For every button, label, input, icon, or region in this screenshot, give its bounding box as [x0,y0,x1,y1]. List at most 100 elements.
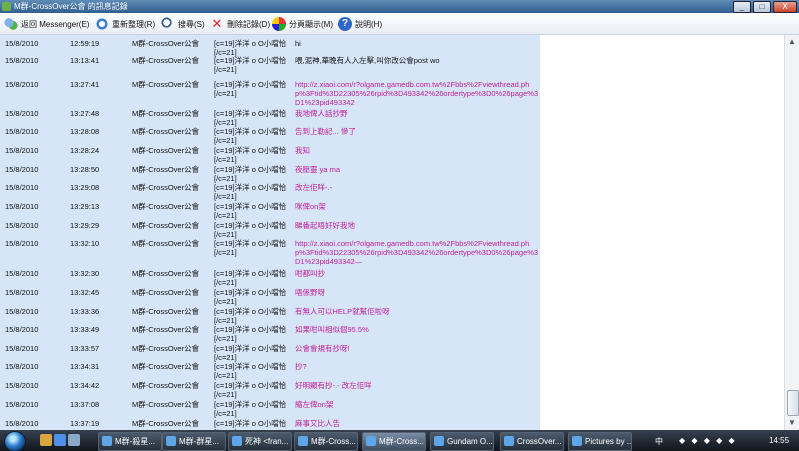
log-date: 15/8/2010 [5,146,39,155]
log-time: 13:13:41 [70,56,100,65]
log-user-name: [c=19]洋洋 o O小噹恰 [214,344,287,353]
taskbar-window-button[interactable]: M群-群星... [162,432,226,451]
taskbar-window-button[interactable]: Gundam O... [430,432,494,451]
log-date: 15/8/2010 [5,165,39,174]
search-button[interactable]: 搜尋(S) [161,17,205,31]
system-tray: 中 ◆ ◆ ◆ ◆ ◆ 14:55 [649,430,799,451]
log-sender: M群-CrossOver公會 [132,56,200,65]
log-user: [c=19]洋洋 o O小噹恰[/c=21] [214,56,294,74]
log-date: 15/8/2010 [5,221,39,230]
log-row: 15/8/2010 13:32:10 M群-CrossOver公會 [c=19]洋洋 … [0,235,540,266]
log-sender: M群-CrossOver公會 [132,344,200,353]
delete-history-button[interactable]: ✕ 刪除記錄(D) [210,17,271,31]
back-label: 返回 Messenger(E) [21,19,90,29]
taskbar-window-button[interactable]: CrossOver... [500,432,564,451]
log-row: 15/8/2010 13:37:19 M群-CrossOver公會 [c=19]洋洋 … [0,415,540,430]
log-message: 睇番起唔好好我地 [295,221,355,230]
log-date: 15/8/2010 [5,307,39,316]
log-time: 13:28:50 [70,165,100,174]
help-button[interactable]: ? 說明(H) [338,17,382,31]
refresh-button[interactable]: 重新整理(R) [95,17,155,31]
log-date: 15/8/2010 [5,288,39,297]
scroll-down-icon[interactable]: ▼ [787,418,797,428]
show-desktop-icon[interactable] [40,434,52,446]
log-user: [c=19]洋洋 o O小噹恰[/c=21] [214,239,294,257]
log-message-link[interactable]: http://z.xiaoi.com/r?olgame.gamedb.com.t… [295,239,540,266]
log-user-name: [c=19]洋洋 o O小噹恰 [214,288,287,297]
log-sender: M群-CrossOver公會 [132,183,200,192]
log-sender: M群-CrossOver公會 [132,400,200,409]
log-row: 15/8/2010 13:28:08 M群-CrossOver公會 [c=19]洋洋 … [0,123,540,145]
scroll-thumb[interactable] [787,390,799,416]
search-label: 搜尋(S) [178,19,205,29]
close-button[interactable]: X [773,1,797,13]
log-message: 唔係野呀 [295,288,325,297]
log-message: 告到上勒記... 慘了 [295,127,356,136]
taskbar-window-label: Pictures by ... [585,437,632,446]
minimize-button[interactable]: _ [733,1,751,13]
split-page-button[interactable]: 分頁顯示(M) [272,17,333,31]
log-row: 15/8/2010 13:28:50 M群-CrossOver公會 [c=19]洋洋 … [0,161,540,183]
log-time: 13:33:36 [70,307,100,316]
log-time: 13:33:57 [70,344,100,353]
log-row: 15/8/2010 13:29:29 M群-CrossOver公會 [c=19]洋洋 … [0,217,540,239]
taskbar-window-label: CrossOver... [517,437,562,446]
log-date: 15/8/2010 [5,344,39,353]
log-user-name: [c=19]洋洋 o O小噹恰 [214,56,287,65]
log-user-name: [c=19]洋洋 o O小噹恰 [214,381,287,390]
log-row: 15/8/2010 13:29:08 M群-CrossOver公會 [c=19]洋洋 … [0,179,540,201]
log-row: 15/8/2010 13:28:24 M群-CrossOver公會 [c=19]洋洋 … [0,142,540,164]
taskbar-window-button[interactable]: M群-Cross... [362,432,426,451]
title-bar: M群-CrossOver公會 的訊息記錄 _ □ X [0,0,799,13]
taskbar-window-label: M群-Cross... [311,437,356,446]
log-user-name: [c=19]洋洋 o O小噹恰 [214,419,287,428]
log-sender: M群-CrossOver公會 [132,381,200,390]
log-row: 15/8/2010 13:34:42 M群-CrossOver公會 [c=19]洋洋 … [0,377,540,399]
taskbar-window-button[interactable]: Pictures by ... [568,432,632,451]
taskbar: M群-殺星... M群-群星... 死神 <fran... M群-Cross... M群… [0,430,799,451]
window-app-icon [572,436,582,446]
log-date: 15/8/2010 [5,80,39,89]
window-title: M群-CrossOver公會 的訊息記錄 [14,2,128,11]
log-time: 13:27:48 [70,109,100,118]
log-row: 15/8/2010 13:33:49 M群-CrossOver公會 [c=19]洋洋 … [0,321,540,343]
log-user: [c=19]洋洋 o O小噹恰[/c=21] [214,419,294,430]
messenger-app-icon [2,2,11,11]
log-sender: M群-CrossOver公會 [132,239,200,248]
window-app-icon [166,436,176,446]
log-user-name: [c=19]洋洋 o O小噹恰 [214,127,287,136]
log-message-link[interactable]: http://z.xiaoi.com/r?olgame.gamedb.com.t… [295,80,540,107]
log-sender: M群-CrossOver公會 [132,80,200,89]
log-user-name: [c=19]洋洋 o O小噹恰 [214,221,287,230]
taskbar-window-button[interactable]: M群-殺星... [98,432,162,451]
log-row: 15/8/2010 13:32:30 M群-CrossOver公會 [c=19]洋洋 … [0,265,540,287]
window-app-icon [102,436,112,446]
log-time: 13:29:29 [70,221,100,230]
log-time: 13:32:45 [70,288,100,297]
log-message: 夜壓靈 ya ma [295,165,341,174]
log-message: 如果咁叫相似個95.5% [295,325,369,334]
log-message: 抄? [295,362,307,371]
back-to-messenger-button[interactable]: 返回 Messenger(E) [4,17,89,31]
log-user-name: [c=19]洋洋 o O小噹恰 [214,146,287,155]
scroll-up-icon[interactable]: ▲ [787,37,797,47]
ie-icon[interactable] [54,434,66,446]
vertical-scrollbar[interactable]: ▲ ▼ [784,35,799,430]
log-user-name: [c=19]洋洋 o O小噹恰 [214,307,287,316]
log-date: 15/8/2010 [5,269,39,278]
log-time: 13:37:08 [70,400,100,409]
taskbar-window-button[interactable]: M群-Cross... [294,432,358,451]
help-icon: ? [338,17,352,31]
log-message: 我地俾人話抄野 [295,109,348,118]
log-message: 我知 [295,146,310,155]
switch-windows-icon[interactable] [68,434,80,446]
log-date: 15/8/2010 [5,39,39,48]
taskbar-window-button[interactable]: 死神 <fran... [228,432,292,451]
maximize-button[interactable]: □ [753,1,771,13]
start-button[interactable] [4,431,26,451]
messenger-icon [4,17,18,31]
clock[interactable]: 14:55 [769,436,789,445]
log-sender: M群-CrossOver公會 [132,269,200,278]
log-user-name: [c=19]洋洋 o O小噹恰 [214,183,287,192]
language-indicator[interactable]: 中 [655,436,663,447]
